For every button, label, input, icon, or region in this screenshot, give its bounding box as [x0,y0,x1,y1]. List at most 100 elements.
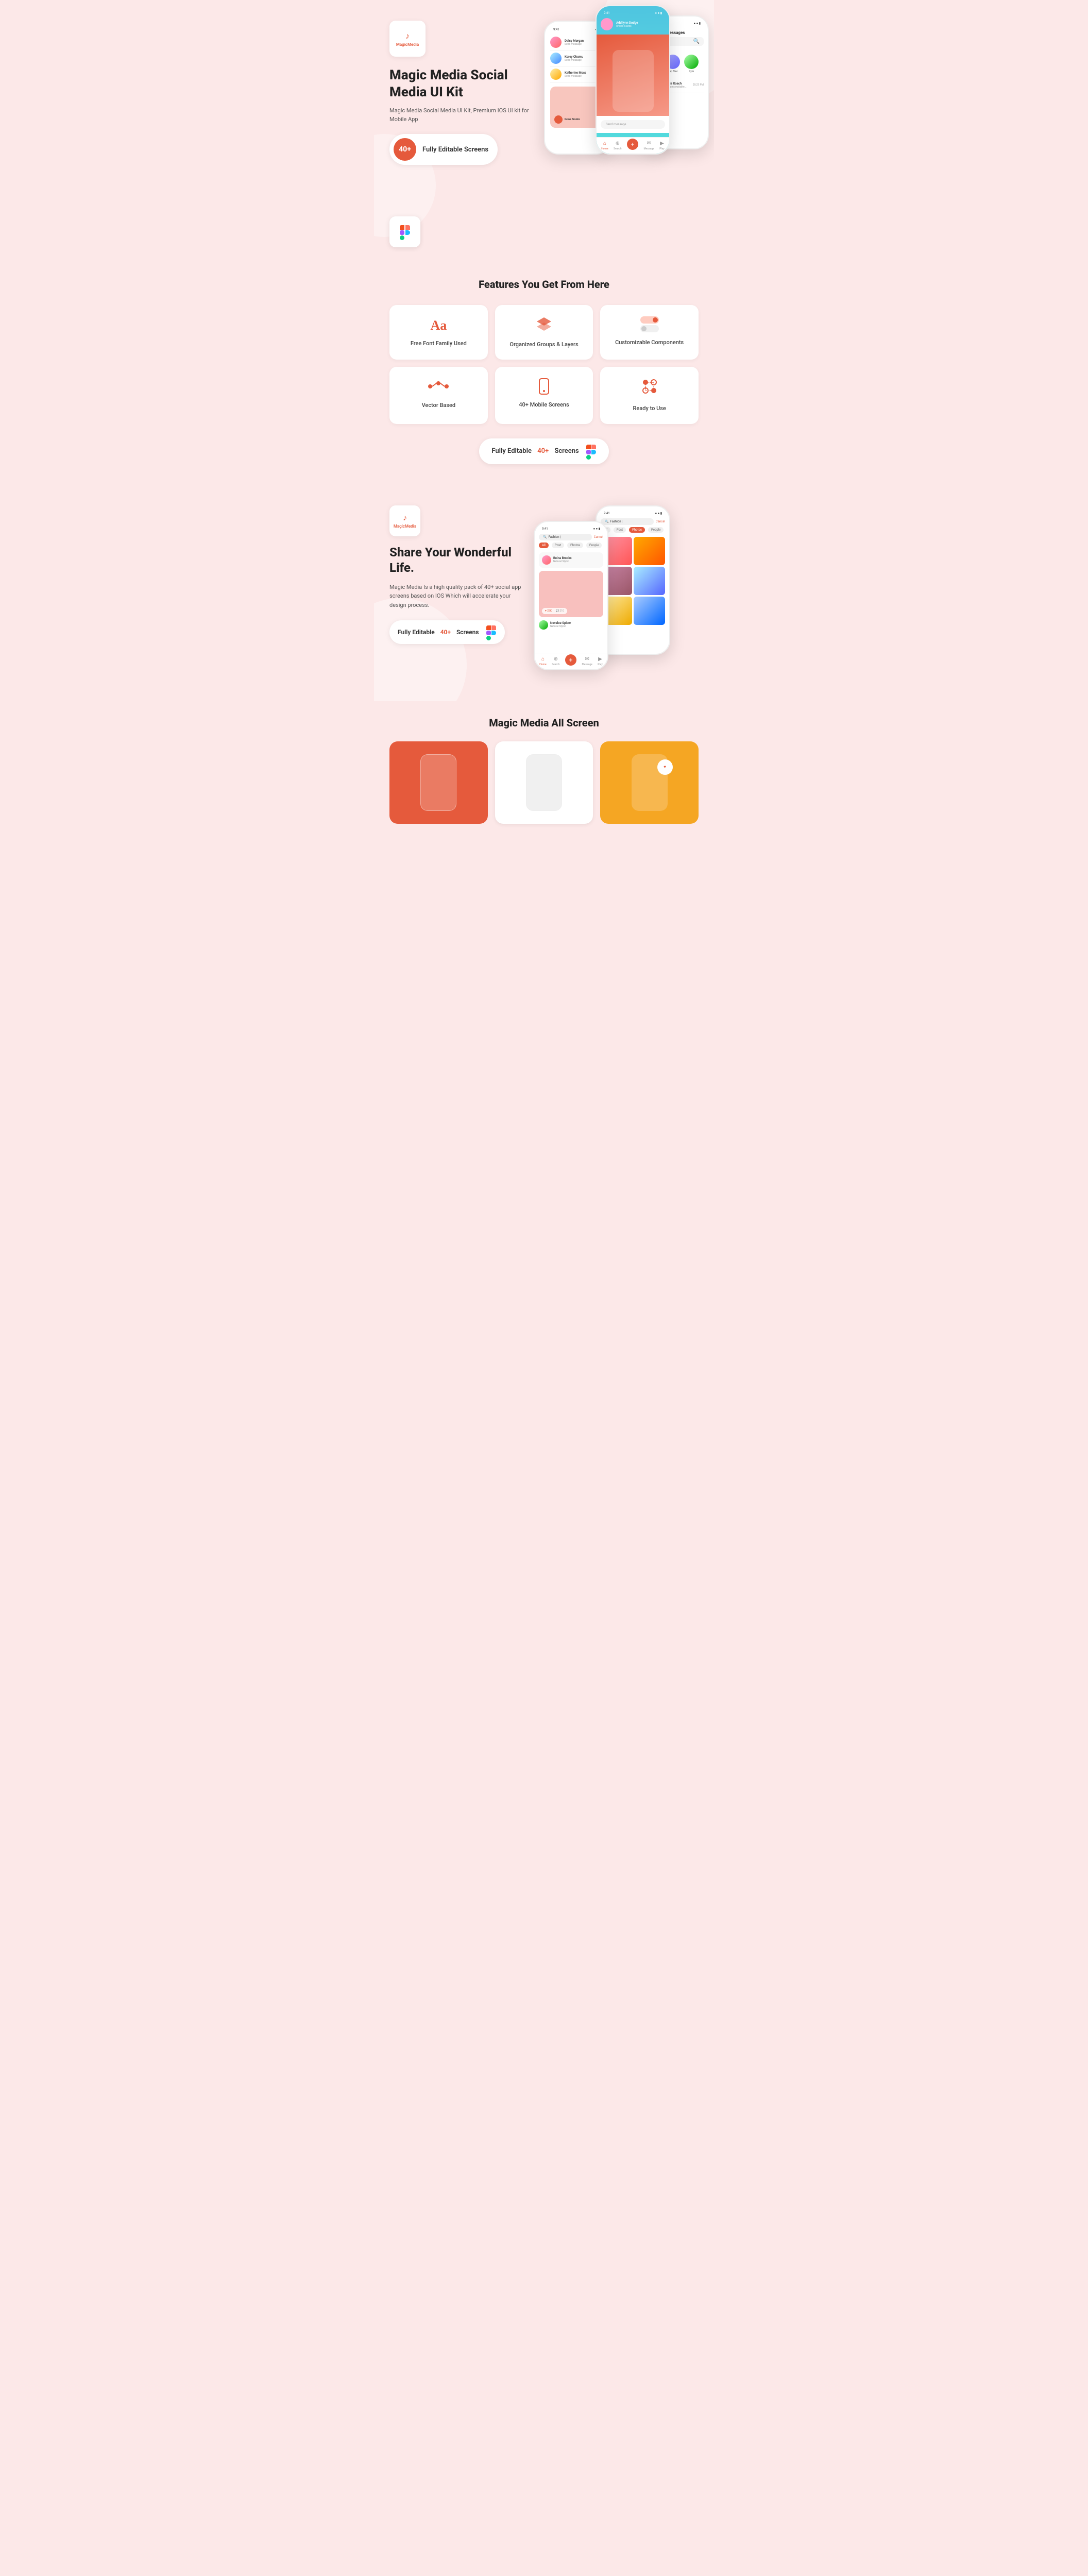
feature-label-components: Customizable Components [615,338,684,346]
tab2-photos[interactable]: Photos [629,527,645,533]
figma-cta-2 [591,445,596,449]
vector-svg [427,381,450,392]
share-phone2-status: 9:41● ● ▮ [601,511,665,516]
phone2-name: Addilynn Dodge [616,21,638,25]
tab-people[interactable]: People [586,543,602,548]
aa-icon: Aa [430,316,447,333]
share-cta-suffix: Screens [455,629,479,636]
vector-icon [427,378,450,395]
post-avatar [554,115,563,124]
mobile-dot [543,390,545,392]
screens-row: ♥ [389,741,699,824]
features-title: Features You Get From Here [389,278,699,291]
share-phone1-cancel: Cancel [594,535,603,539]
tab-post[interactable]: Post [552,543,564,548]
share-usersub2: Natural Stylist [550,625,571,628]
hero-phones: 9:41● ● ▮ Daisy Morgan Send message Kore… [513,5,709,258]
share-phone2-tabs: All Post Photos People [601,527,665,533]
aa-letter-icon: Aa [430,318,447,333]
share-user2-row: Novalee Spicer Natural Stylist [539,620,603,630]
toggle-dot-off [641,326,647,331]
tab-photos[interactable]: Photos [567,543,583,548]
share-userinfo: Reina Brooks Natural Stylist [553,556,572,563]
share-phone2-search-row: 🔍Fashion | Cancel [601,518,665,525]
share-phone1-search: 🔍Fashion | [539,534,592,540]
share-logo-icon: ♪ [403,513,407,523]
photo-4 [634,567,665,595]
feature-label-vector: Vector Based [422,401,456,409]
screen-phone-1 [420,754,456,811]
figma-piece-1 [400,225,404,230]
figma-share-2 [491,625,496,630]
tab2-post[interactable]: Post [614,527,626,533]
mobile-visual [539,378,549,395]
hero-badge-text: Fully Editable Screens [422,146,488,154]
share-title: Share Your Wonderful Life. [389,545,523,575]
figma-icon [400,225,410,239]
phone2-location: United States [616,25,638,28]
share-user-row: Reina Brooks Natural Stylist [542,555,600,565]
screen-thumb-2 [495,741,593,824]
feature-card-font: Aa Free Font Family Used [389,305,488,360]
figma-piece-2 [405,225,410,230]
figma-share-1 [486,625,491,630]
features-cta-button[interactable]: Fully Editable 40+ Screens [479,438,608,464]
share-userinfo2: Novalee Spicer Natural Stylist [550,621,571,628]
toggle-visual [640,316,659,332]
phone2-nav: ⌂Home ⊕Search + ✉Message ▶Play [597,137,669,154]
share-cta-highlight: 40+ [440,629,451,636]
phone2-user: Addilynn Dodge United States [601,18,665,30]
figma-piece-5 [400,235,404,240]
photo-6 [634,597,665,625]
share-username2: Novalee Spicer [550,621,571,625]
feature-card-vector: Vector Based [389,367,488,423]
share-phone1-search-row: 🔍Fashion | Cancel [539,534,603,540]
phone2-userinfo: Addilynn Dodge United States [616,21,638,28]
figma-cta-3 [586,450,591,454]
share-cta-badge[interactable]: Fully Editable 40+ Screens [389,620,505,644]
avatar-3 [550,69,562,80]
send-msg-input: Send message [601,120,665,129]
figma-share-5 [486,636,491,640]
share-username: Reina Brooks [553,556,572,560]
figma-icon-share [486,625,497,639]
feature-card-ready: Ready to Use [600,367,699,423]
avatar-1 [550,37,562,48]
share-photo-grid [601,537,665,625]
hero-badge: 40+ Fully Editable Screens [389,134,498,165]
screen-thumb-1 [389,741,488,824]
toggle-row-off [640,325,659,332]
layers-icon [536,316,552,334]
all-screens-title: Magic Media All Screen [389,717,699,729]
nav-play: ▶Play [659,141,664,150]
nav-search-share: ⊕Search [552,656,559,666]
share-phones: 9:41● ● ▮ 🔍Fashion | Cancel All Post Pho… [534,505,699,681]
features-section: Features You Get From Here Aa Free Font … [374,258,714,485]
tab-all[interactable]: All [539,543,549,548]
tab2-people[interactable]: People [648,527,664,533]
feature-label-mobile: 40+ Mobile Screens [519,401,569,409]
toggle-row-on [640,316,659,324]
phone3-time-1: 05:23 PM [693,83,704,87]
share-user-card: Reina Brooks Natural Stylist [539,552,603,568]
nav-msg-share: ✉Message [582,656,592,666]
hero-phone-2: 9:41● ● ▮ Addilynn Dodge United States S… [596,5,670,155]
mobile-icon [539,378,549,395]
hero-section: ♪ MagicMedia Magic Media Social Media UI… [374,0,714,258]
nav-play-share: ▶Play [598,656,602,666]
share-usersub: Natural Stylist [553,560,572,563]
phone2-send: Send message [597,116,669,133]
share-left: ♪ MagicMedia Share Your Wonderful Life. … [389,505,523,644]
phone2-hero-img [597,35,669,127]
share-phone-1: 9:41● ● ▮ 🔍Fashion | Cancel All Post Pho… [534,521,608,670]
features-cta-suffix: Screens [553,447,579,455]
features-cta-text: Fully Editable [491,447,533,455]
share-description: Magic Media Is a high quality pack of 40… [389,583,523,610]
phone2-header: 9:41● ● ▮ Addilynn Dodge United States [597,6,669,35]
nav-search: ⊕Search [614,141,621,150]
toggle-dot-on [653,317,658,323]
feature-label-ready: Ready to Use [633,404,666,412]
logo-text: MagicMedia [396,42,419,47]
nav-add: + [627,141,638,150]
photo-2 [634,537,665,565]
